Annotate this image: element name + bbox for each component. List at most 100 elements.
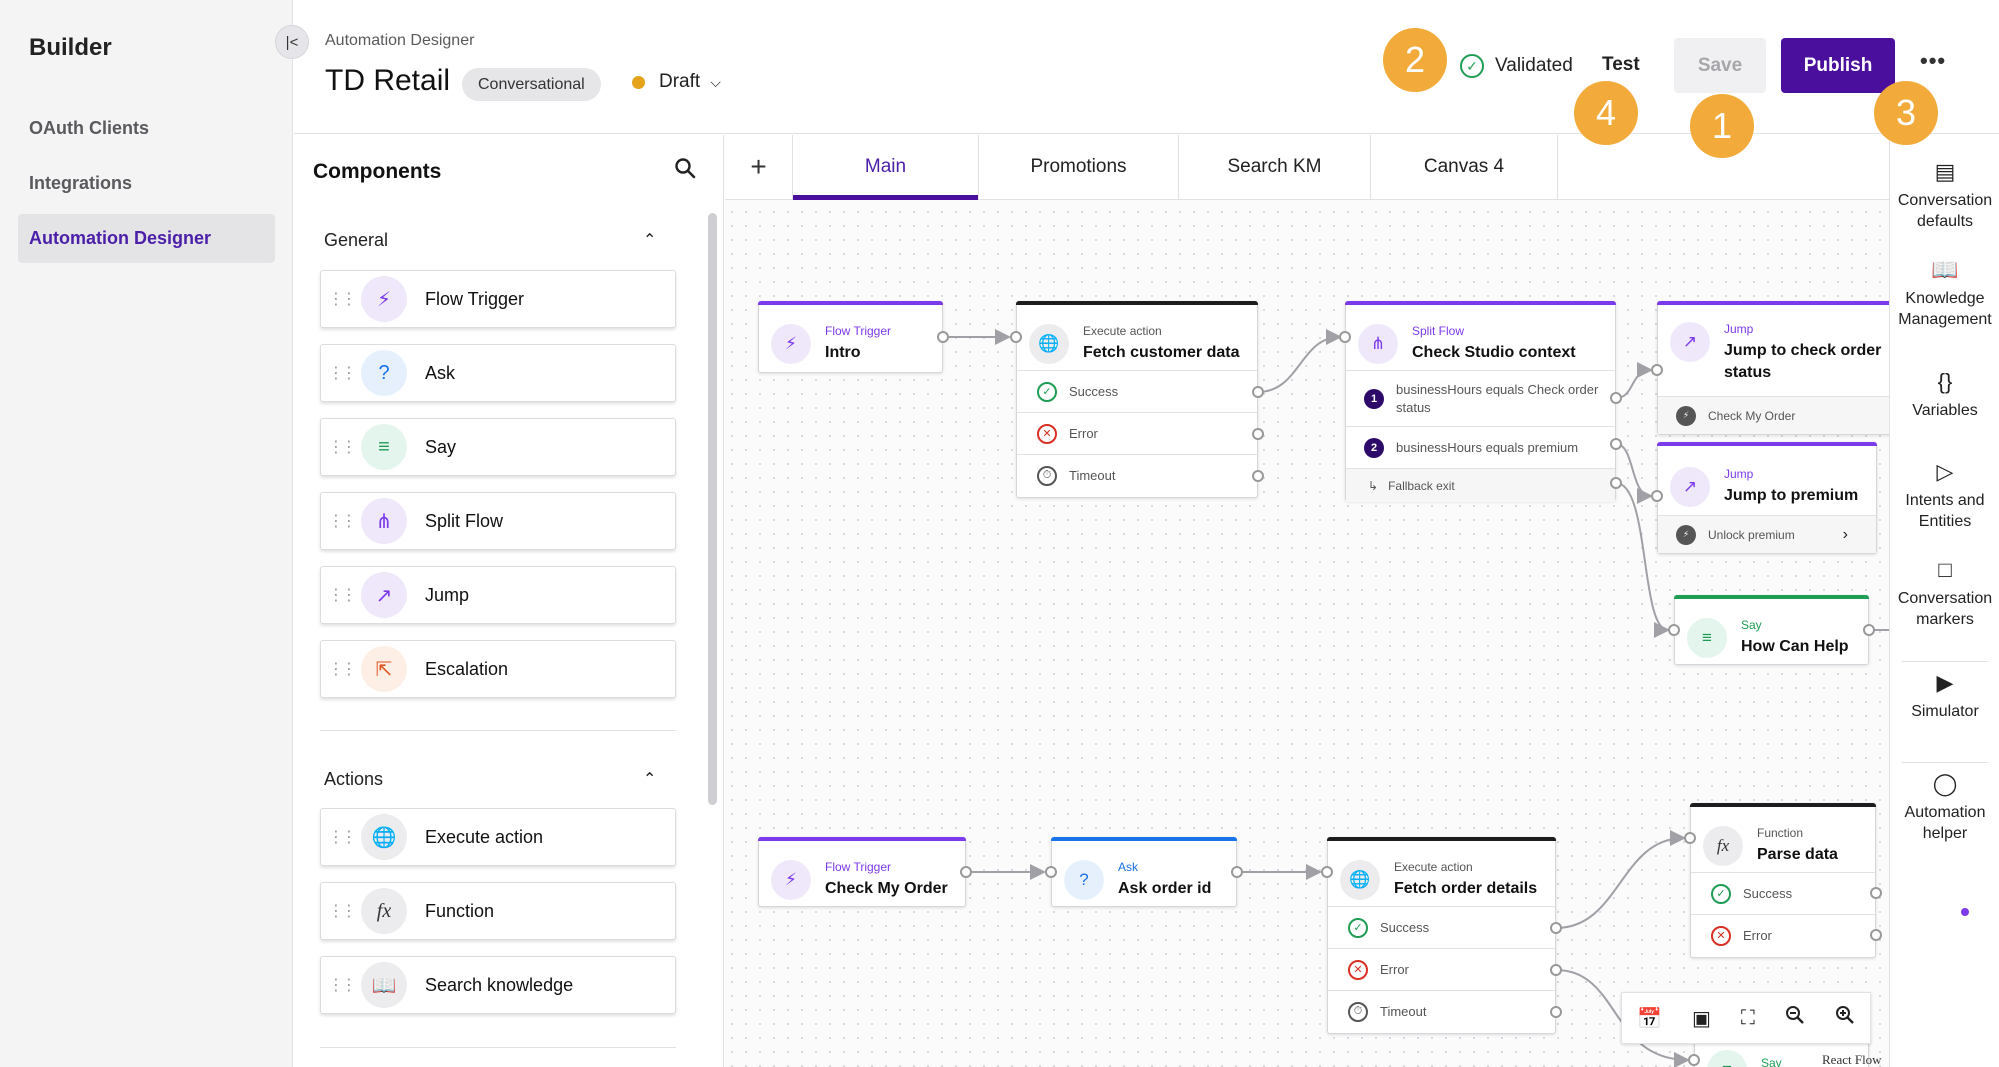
test-button[interactable]: Test — [1602, 54, 1640, 76]
node-condition-row: 2 businessHours equals premium — [1346, 426, 1615, 468]
status-dropdown[interactable]: Draft ⌵ — [632, 71, 721, 93]
drag-handle-icon[interactable]: ⋮⋮ — [321, 901, 361, 921]
split-icon: ⋔ — [1358, 323, 1398, 364]
minimap-icon[interactable]: ▣ — [1692, 1006, 1711, 1031]
drag-handle-icon[interactable]: ⋮⋮ — [321, 585, 361, 605]
node-input-port[interactable] — [1010, 331, 1022, 343]
sidebar-item-integrations[interactable]: Integrations — [18, 159, 275, 208]
flow-node-ask-order-id[interactable]: ? Ask Ask order id — [1051, 837, 1237, 907]
node-output-port[interactable] — [1863, 624, 1875, 636]
node-type: Say — [1741, 617, 1762, 632]
flow-node-jump-to-premium[interactable]: ↗ Jump Jump to premium ⚡ Unlock premium … — [1657, 442, 1877, 554]
node-output-port[interactable] — [1550, 922, 1562, 934]
tab-canvas-4[interactable]: Canvas 4 — [1371, 135, 1558, 199]
search-icon[interactable] — [674, 157, 696, 185]
flow-node-how-can-help[interactable]: ≡ Say How Can Help — [1674, 595, 1869, 665]
node-output-port[interactable] — [1550, 1006, 1562, 1018]
sidebar-item-oauth-clients[interactable]: OAuth Clients — [18, 104, 275, 153]
node-output-port[interactable] — [1550, 964, 1562, 976]
drag-handle-icon[interactable]: ⋮⋮ — [321, 659, 361, 679]
node-output-port[interactable] — [937, 331, 949, 343]
arrow-up-right-icon: ↗ — [361, 572, 407, 618]
node-output-port[interactable] — [1610, 392, 1622, 404]
zoom-out-icon[interactable] — [1785, 1005, 1805, 1031]
component-execute-action[interactable]: ⋮⋮ 🌐 Execute action — [320, 808, 676, 866]
lightning-icon: ⚡ — [361, 276, 407, 322]
node-output-port[interactable] — [1231, 866, 1243, 878]
add-tab-button[interactable]: + — [725, 135, 793, 199]
flow-node-jump-to-check-order-status[interactable]: ↗ Jump Jump to check order status ⚡ Chec… — [1657, 301, 1897, 435]
rail-item-simulator[interactable]: ▶ Simulator — [1890, 672, 1999, 722]
component-function[interactable]: ⋮⋮ fx Function — [320, 882, 676, 940]
flow-node-parse-data[interactable]: fx Function Parse data ✓ Success ✕ Error — [1690, 803, 1876, 958]
rail-label: Conversation markers — [1897, 590, 1993, 628]
drag-handle-icon[interactable]: ⋮⋮ — [321, 289, 361, 309]
node-output-port[interactable] — [1252, 470, 1264, 482]
node-input-port[interactable] — [1688, 1054, 1700, 1066]
flow-node-fetch-customer-data[interactable]: 🌐 Execute action Fetch customer data ✓ Su… — [1016, 301, 1258, 498]
save-button[interactable]: Save — [1674, 38, 1766, 93]
node-input-port[interactable] — [1321, 866, 1333, 878]
rail-item-knowledge-management[interactable]: 📖 Knowledge Management — [1890, 259, 1999, 330]
drag-handle-icon[interactable]: ⋮⋮ — [321, 511, 361, 531]
node-output-port[interactable] — [1610, 477, 1622, 489]
node-output-port[interactable] — [1870, 929, 1882, 941]
branch-label: Success — [1380, 920, 1430, 935]
drag-handle-icon[interactable]: ⋮⋮ — [321, 363, 361, 383]
calendar-icon[interactable]: 📅 — [1637, 1006, 1662, 1031]
more-options-button[interactable]: ••• — [1920, 48, 1946, 74]
component-say[interactable]: ⋮⋮ ≡ Say — [320, 418, 676, 476]
node-output-port[interactable] — [960, 866, 972, 878]
flow-node-check-my-order[interactable]: ⚡ Flow Trigger Check My Order — [758, 837, 966, 907]
flow-node-check-studio-context[interactable]: ⋔ Split Flow Check Studio context 1 busi… — [1345, 301, 1616, 502]
component-escalation[interactable]: ⋮⋮ ⇱ Escalation — [320, 640, 676, 698]
drag-handle-icon[interactable]: ⋮⋮ — [321, 975, 361, 995]
tab-promotions[interactable]: Promotions — [979, 135, 1179, 199]
node-type: Jump — [1724, 322, 1754, 336]
node-input-port[interactable] — [1651, 364, 1663, 376]
tab-search-km[interactable]: Search KM — [1179, 135, 1371, 199]
component-split-flow[interactable]: ⋮⋮ ⋔ Split Flow — [320, 492, 676, 550]
jump-target-row[interactable]: ⚡ Unlock premium › — [1658, 515, 1876, 553]
node-title: Fetch customer data — [1083, 343, 1240, 361]
notification-dot — [1961, 908, 1969, 916]
rail-item-variables[interactable]: {} Variables — [1890, 371, 1999, 421]
drag-handle-icon[interactable]: ⋮⋮ — [321, 827, 361, 847]
node-output-port[interactable] — [1252, 386, 1264, 398]
chevron-down-icon: ⌵ — [710, 73, 721, 90]
node-output-port[interactable] — [1610, 438, 1622, 450]
node-output-port[interactable] — [1870, 887, 1882, 899]
chevron-up-icon[interactable]: ⌃ — [643, 769, 656, 789]
rail-item-conversation-markers[interactable]: □ Conversation markers — [1890, 559, 1999, 630]
component-jump[interactable]: ⋮⋮ ↗ Jump — [320, 566, 676, 624]
zoom-in-icon[interactable] — [1835, 1005, 1855, 1031]
drag-handle-icon[interactable]: ⋮⋮ — [321, 437, 361, 457]
flow-node-intro[interactable]: ⚡ Flow Trigger Intro — [758, 301, 943, 373]
node-input-port[interactable] — [1339, 331, 1351, 343]
rail-item-conversation-defaults[interactable]: ▤ Conversation defaults — [1890, 161, 1999, 232]
chevron-right-icon: › — [1842, 525, 1848, 543]
component-ask[interactable]: ⋮⋮ ? Ask — [320, 344, 676, 402]
node-title: Check My Order — [825, 879, 948, 897]
sidebar-item-automation-designer[interactable]: Automation Designer — [18, 214, 275, 263]
react-flow-attribution[interactable]: React Flow — [1822, 1052, 1882, 1067]
node-input-port[interactable] — [1045, 866, 1057, 878]
node-output-port[interactable] — [1252, 428, 1264, 440]
split-icon: ⋔ — [361, 498, 407, 544]
components-scrollbar[interactable] — [708, 213, 717, 805]
component-search-knowledge[interactable]: ⋮⋮ 📖 Search knowledge — [320, 956, 676, 1014]
fullscreen-icon[interactable]: ⛶ — [1741, 1007, 1755, 1030]
breadcrumb[interactable]: Automation Designer — [325, 32, 474, 50]
node-input-port[interactable] — [1668, 624, 1680, 636]
publish-button[interactable]: Publish — [1781, 38, 1895, 93]
node-input-port[interactable] — [1651, 490, 1663, 502]
rail-item-intents-and-entities[interactable]: ▷ Intents and Entities — [1890, 461, 1999, 532]
rail-item-automation-helper[interactable]: ◯ Automation helper — [1890, 773, 1999, 844]
collapse-sidebar-button[interactable]: |< — [275, 25, 309, 59]
node-input-port[interactable] — [1684, 832, 1696, 844]
component-flow-trigger[interactable]: ⋮⋮ ⚡ Flow Trigger — [320, 270, 676, 328]
flow-node-fetch-order-details[interactable]: 🌐 Execute action Fetch order details ✓ Su… — [1327, 837, 1556, 1034]
tab-main[interactable]: Main — [793, 135, 979, 200]
chevron-up-icon[interactable]: ⌃ — [643, 230, 656, 250]
braces-icon: {} — [1937, 369, 1953, 394]
